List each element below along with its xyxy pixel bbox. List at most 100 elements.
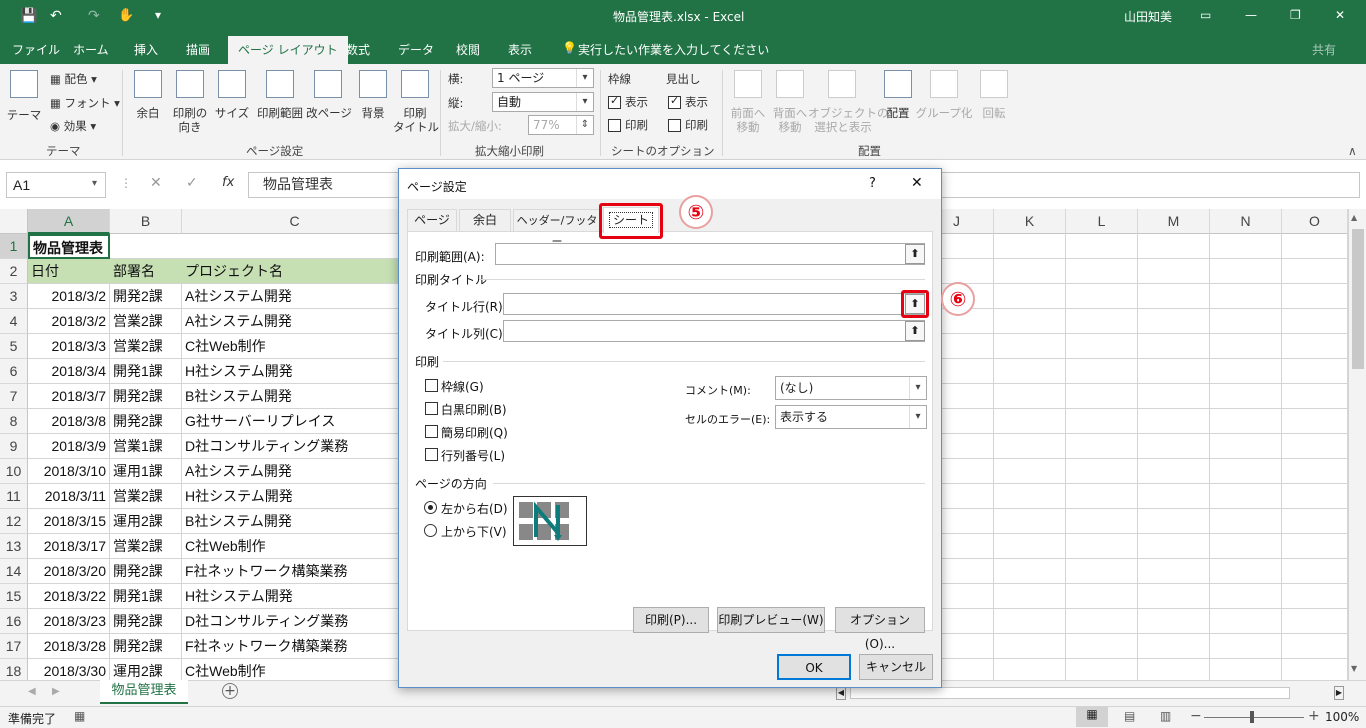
ttb-radio[interactable] [424, 524, 437, 537]
empty-cell[interactable] [994, 309, 1066, 334]
effects-button[interactable]: ◉ 効果 ▾ [50, 119, 96, 133]
empty-cell[interactable] [1210, 609, 1282, 634]
empty-cell[interactable] [1282, 384, 1348, 409]
tab-draw[interactable]: 描画 [186, 41, 210, 58]
empty-cell[interactable] [994, 584, 1066, 609]
title-cols-input[interactable] [503, 320, 925, 342]
fonts-button[interactable]: ▦ フォント ▾ [50, 96, 120, 110]
row-header[interactable]: 4 [0, 309, 28, 334]
undo-icon[interactable]: ↶ [50, 8, 62, 24]
cell-a5[interactable]: 2018/3/3 [28, 334, 110, 359]
tab-data[interactable]: データ [398, 41, 434, 58]
row-header[interactable]: 15 [0, 584, 28, 609]
name-box[interactable]: A1 [6, 172, 106, 198]
share-button[interactable]: 共有 [1312, 41, 1336, 58]
empty-cell[interactable] [1138, 359, 1210, 384]
headings-view-checkbox[interactable]: ✓ [668, 94, 681, 109]
next-sheet-icon[interactable]: ▶ [52, 686, 60, 697]
empty-cell[interactable] [1282, 534, 1348, 559]
scroll-thumb[interactable] [1352, 229, 1364, 369]
height-select[interactable]: 自動 ▾ [492, 92, 594, 112]
cell-c10[interactable]: A社システム開発 [182, 459, 408, 484]
scroll-down-icon[interactable]: ▼ [1351, 664, 1357, 673]
cell-a2[interactable]: 日付 [28, 259, 110, 284]
cell-b10[interactable]: 運用1課 [110, 459, 182, 484]
empty-cell[interactable] [994, 484, 1066, 509]
cell-c13[interactable]: C社Web制作 [182, 534, 408, 559]
rotate-button[interactable]: 回転 [974, 106, 1014, 120]
cell-a1[interactable]: 物品管理表 [28, 234, 110, 259]
empty-cell[interactable] [1138, 259, 1210, 284]
empty-cell[interactable] [1066, 609, 1138, 634]
cell-b16[interactable]: 開発2課 [110, 609, 182, 634]
cell-b11[interactable]: 営業2課 [110, 484, 182, 509]
row-header[interactable]: 16 [0, 609, 28, 634]
cell-a4[interactable]: 2018/3/2 [28, 309, 110, 334]
cell-c16[interactable]: D社コンサルティング業務 [182, 609, 408, 634]
cell-b9[interactable]: 営業1課 [110, 434, 182, 459]
scroll-right-icon[interactable]: ▶ [1334, 686, 1344, 700]
row-header[interactable]: 17 [0, 634, 28, 659]
empty-cell[interactable] [1282, 609, 1348, 634]
breaks-button[interactable]: 改ページ [306, 106, 352, 120]
cell-b2[interactable]: 部署名 [110, 259, 182, 284]
tab-formulas[interactable]: 数式 [346, 41, 370, 58]
cell-a9[interactable]: 2018/3/9 [28, 434, 110, 459]
print-button[interactable]: 印刷(P)... [633, 607, 709, 633]
add-sheet-icon[interactable]: + [222, 683, 238, 699]
empty-cell[interactable] [994, 534, 1066, 559]
ok-button[interactable]: OK [777, 654, 851, 680]
orientation-button[interactable]: 印刷の 向き [166, 106, 214, 134]
empty-cell[interactable] [994, 259, 1066, 284]
empty-cell[interactable] [1210, 284, 1282, 309]
column-header-l[interactable]: L [1066, 209, 1138, 234]
user-name[interactable]: 山田知美 [1124, 8, 1172, 25]
row-header[interactable]: 8 [0, 409, 28, 434]
row-header[interactable]: 12 [0, 509, 28, 534]
empty-cell[interactable] [1282, 509, 1348, 534]
row-header[interactable]: 10 [0, 459, 28, 484]
column-header-b[interactable]: B [110, 209, 182, 234]
empty-cell[interactable] [1138, 434, 1210, 459]
empty-cell[interactable] [1138, 559, 1210, 584]
empty-cell[interactable] [1138, 584, 1210, 609]
cell-c9[interactable]: D社コンサルティング業務 [182, 434, 408, 459]
title-cols-collapse-icon[interactable]: ⬆ [905, 321, 925, 341]
column-header-n[interactable]: N [1210, 209, 1282, 234]
size-button[interactable]: サイズ [212, 106, 252, 120]
empty-cell[interactable] [1066, 634, 1138, 659]
empty-cell[interactable] [1066, 509, 1138, 534]
cell-b12[interactable]: 運用2課 [110, 509, 182, 534]
cell-a10[interactable]: 2018/3/10 [28, 459, 110, 484]
empty-cell[interactable] [1066, 259, 1138, 284]
empty-cell[interactable] [1066, 284, 1138, 309]
empty-cell[interactable] [1210, 484, 1282, 509]
empty-cell[interactable] [1066, 584, 1138, 609]
cell-a12[interactable]: 2018/3/15 [28, 509, 110, 534]
empty-cell[interactable] [1282, 559, 1348, 584]
colors-button[interactable]: ▦ 配色 ▾ [50, 72, 97, 86]
empty-cell[interactable] [994, 559, 1066, 584]
empty-cell[interactable] [994, 509, 1066, 534]
width-select[interactable]: 1 ページ ▾ [492, 68, 594, 88]
cell-a7[interactable]: 2018/3/7 [28, 384, 110, 409]
cell-b8[interactable]: 開発2課 [110, 409, 182, 434]
cell-c3[interactable]: A社システム開発 [182, 284, 408, 309]
empty-cell[interactable] [1282, 434, 1348, 459]
cell-c5[interactable]: C社Web制作 [182, 334, 408, 359]
comments-select[interactable]: (なし) ▾ [775, 376, 927, 400]
cell-a15[interactable]: 2018/3/22 [28, 584, 110, 609]
zoom-in-icon[interactable]: + [1308, 708, 1320, 724]
print-area-button[interactable]: 印刷範囲 [252, 106, 308, 120]
empty-cell[interactable] [1138, 284, 1210, 309]
scale-stepper[interactable]: 77% ⇕ [528, 115, 594, 135]
ltr-radio[interactable] [424, 501, 437, 514]
empty-cell[interactable] [1210, 534, 1282, 559]
gridlines-view-checkbox[interactable]: ✓ [608, 94, 621, 109]
title-rows-input[interactable] [503, 293, 925, 315]
row-header[interactable]: 13 [0, 534, 28, 559]
cell-b6[interactable]: 開発1課 [110, 359, 182, 384]
zoom-out-icon[interactable]: − [1190, 708, 1202, 724]
normal-view-icon[interactable]: ▦ [1076, 707, 1108, 727]
cell-b13[interactable]: 営業2課 [110, 534, 182, 559]
